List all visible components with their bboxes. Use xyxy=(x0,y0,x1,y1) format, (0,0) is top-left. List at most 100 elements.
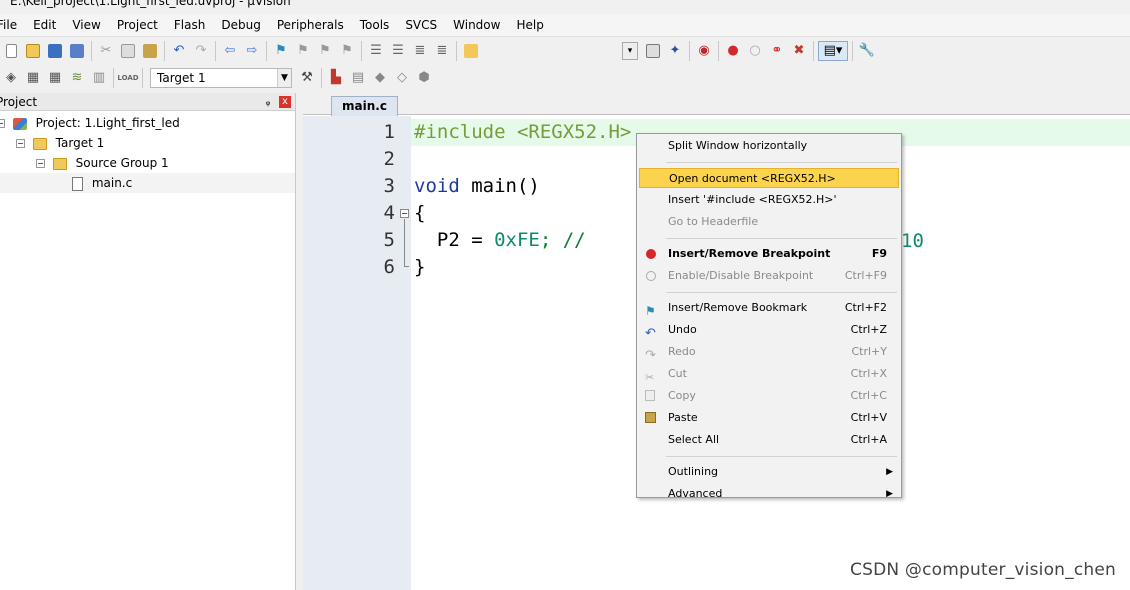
uncomment-icon[interactable]: ≣ xyxy=(432,41,452,61)
comment-icon[interactable]: ≣ xyxy=(410,41,430,61)
fold-guide xyxy=(404,219,405,261)
save-all-icon[interactable] xyxy=(67,41,87,61)
tree-item-target[interactable]: − Target 1 xyxy=(0,133,295,153)
code-line: } xyxy=(414,254,425,281)
menu-window[interactable]: Window xyxy=(445,14,508,36)
bookmark-clear-icon[interactable]: ⚑ xyxy=(337,41,357,61)
undo-icon[interactable]: ↶ xyxy=(169,41,189,61)
collapse-icon[interactable]: − xyxy=(36,159,45,168)
window-layout-icon[interactable]: ▤▾ xyxy=(818,40,848,61)
menu-file[interactable]: File xyxy=(0,14,25,36)
c-file-icon xyxy=(72,176,83,191)
incremental-find-icon[interactable]: ✦ xyxy=(665,41,685,61)
batch-build-icon[interactable]: ≋ xyxy=(67,68,87,88)
target-options-icon[interactable]: ⚒ xyxy=(297,68,317,88)
disable-breakpoint-icon[interactable]: ○ xyxy=(745,41,765,61)
menu-item-label: Paste xyxy=(668,411,698,424)
collapse-icon[interactable]: − xyxy=(0,119,5,128)
chevron-down-icon: ▼ xyxy=(277,69,291,87)
pin-icon[interactable]: ᵩ xyxy=(261,95,275,108)
bookmark-next-icon[interactable]: ⚑ xyxy=(315,41,335,61)
copy-icon[interactable] xyxy=(118,41,138,61)
tab-main-c[interactable]: main.c xyxy=(331,96,398,116)
context-menu: Split Window horizontally Open document <… xyxy=(636,133,902,500)
fold-collapse-icon[interactable]: − xyxy=(400,209,409,218)
save-icon[interactable] xyxy=(45,41,65,61)
download-icon[interactable]: LOAD xyxy=(117,68,138,88)
file-extensions-icon[interactable]: ▤ xyxy=(348,68,368,88)
tree-item-source-group[interactable]: − Source Group 1 xyxy=(0,153,295,173)
find-combo-dropdown[interactable]: ▾ xyxy=(622,41,638,60)
menu-item-open-document-regx52-h[interactable]: Open document <REGX52.H> xyxy=(639,168,899,188)
menu-item-undo[interactable]: ↶ Undo Ctrl+Z xyxy=(639,320,899,340)
menu-item-split-window-horizontally[interactable]: Split Window horizontally xyxy=(639,136,899,156)
find-in-files-icon[interactable] xyxy=(461,41,481,61)
menu-item-label: Cut xyxy=(668,367,687,380)
menu-item-outlining[interactable]: Outlining ▶ xyxy=(639,462,899,482)
select-software-packs-icon[interactable]: ◇ xyxy=(392,68,412,88)
menu-peripherals[interactable]: Peripherals xyxy=(269,14,352,36)
tree-item-label: Project: 1.Light_first_led xyxy=(35,116,180,130)
code-line: void main() xyxy=(414,173,540,200)
menu-item-paste[interactable]: Paste Ctrl+V xyxy=(639,408,899,428)
menu-edit[interactable]: Edit xyxy=(25,14,64,36)
target-select[interactable]: Target 1 ▼ xyxy=(150,68,292,88)
menu-item-label: Advanced xyxy=(668,487,723,500)
translate-icon[interactable]: ◈ xyxy=(1,68,21,88)
menu-svcs[interactable]: SVCS xyxy=(397,14,445,36)
stop-build-icon[interactable]: ▥ xyxy=(89,68,109,88)
close-icon[interactable]: x xyxy=(279,95,291,108)
menu-project[interactable]: Project xyxy=(109,14,166,36)
cut-icon[interactable]: ✂ xyxy=(96,41,116,61)
indent-icon[interactable]: ☰ xyxy=(366,41,386,61)
code-line: #include <REGX52.H> xyxy=(414,119,631,146)
tree-item-main-c[interactable]: main.c xyxy=(0,173,295,193)
redo-icon[interactable]: ↷ xyxy=(191,41,211,61)
target-select-value: Target 1 xyxy=(157,71,206,85)
configure-icon[interactable]: 🔧 xyxy=(857,41,877,61)
menu-item-label: Insert/Remove Breakpoint xyxy=(668,247,831,260)
find-icon[interactable] xyxy=(643,41,663,61)
menu-item-go-to-headerfile: Go to Headerfile xyxy=(639,212,899,232)
open-file-icon[interactable] xyxy=(23,41,43,61)
code-token: P2 = xyxy=(414,229,495,251)
menu-separator xyxy=(666,238,897,239)
breakpoint-icon xyxy=(645,248,657,260)
bookmark-icon[interactable]: ⚑ xyxy=(271,41,291,61)
menu-item-insert-include-regx52-h[interactable]: Insert '#include <REGX52.H>' xyxy=(639,190,899,210)
manage-components-icon[interactable]: ▙ xyxy=(326,68,346,88)
kill-all-breakpoints-icon[interactable]: ✖ xyxy=(789,41,809,61)
watermark: CSDN @computer_vision_chen xyxy=(850,560,1116,580)
menu-item-advanced[interactable]: Advanced ▶ xyxy=(639,484,899,504)
menu-item-insert-remove-breakpoint[interactable]: Insert/Remove Breakpoint F9 xyxy=(639,244,899,264)
build-icon[interactable]: ▦ xyxy=(23,68,43,88)
new-file-icon[interactable] xyxy=(1,41,21,61)
menu-tools[interactable]: Tools xyxy=(352,14,398,36)
unindent-icon[interactable]: ☰ xyxy=(388,41,408,61)
rebuild-icon[interactable]: ▦ xyxy=(45,68,65,88)
code-token: void xyxy=(414,175,460,197)
menu-item-shortcut: Ctrl+F9 xyxy=(844,269,887,282)
nav-forward-icon[interactable]: ⇨ xyxy=(242,41,262,61)
menu-help[interactable]: Help xyxy=(508,14,551,36)
manage-run-time-icon[interactable]: ⬢ xyxy=(414,68,434,88)
paste-icon[interactable] xyxy=(140,41,160,61)
tree-item-project[interactable]: − Project: 1.Light_first_led xyxy=(0,113,295,133)
menu-flash[interactable]: Flash xyxy=(166,14,213,36)
bookmark-prev-icon[interactable]: ⚑ xyxy=(293,41,313,61)
insert-breakpoint-icon[interactable]: ● xyxy=(723,41,743,61)
submenu-arrow-icon: ▶ xyxy=(886,467,893,477)
line-number-gutter[interactable]: 1 2 3 4 5 6 − xyxy=(303,116,411,590)
disable-all-breakpoints-icon[interactable]: ⚭ xyxy=(767,41,787,61)
fold-end-marker xyxy=(404,260,409,267)
code-token: ; // xyxy=(539,229,586,251)
menu-view[interactable]: View xyxy=(64,14,108,36)
nav-back-icon[interactable]: ⇦ xyxy=(220,41,240,61)
menu-item-select-all[interactable]: Select All Ctrl+A xyxy=(639,430,899,450)
menu-item-insert-remove-bookmark[interactable]: ⚑ Insert/Remove Bookmark Ctrl+F2 xyxy=(639,298,899,318)
menu-debug[interactable]: Debug xyxy=(213,14,268,36)
debug-session-icon[interactable]: ◉ xyxy=(694,41,714,61)
tree-item-label: main.c xyxy=(91,176,133,190)
pack-installer-icon[interactable]: ◆ xyxy=(370,68,390,88)
collapse-icon[interactable]: − xyxy=(16,139,25,148)
